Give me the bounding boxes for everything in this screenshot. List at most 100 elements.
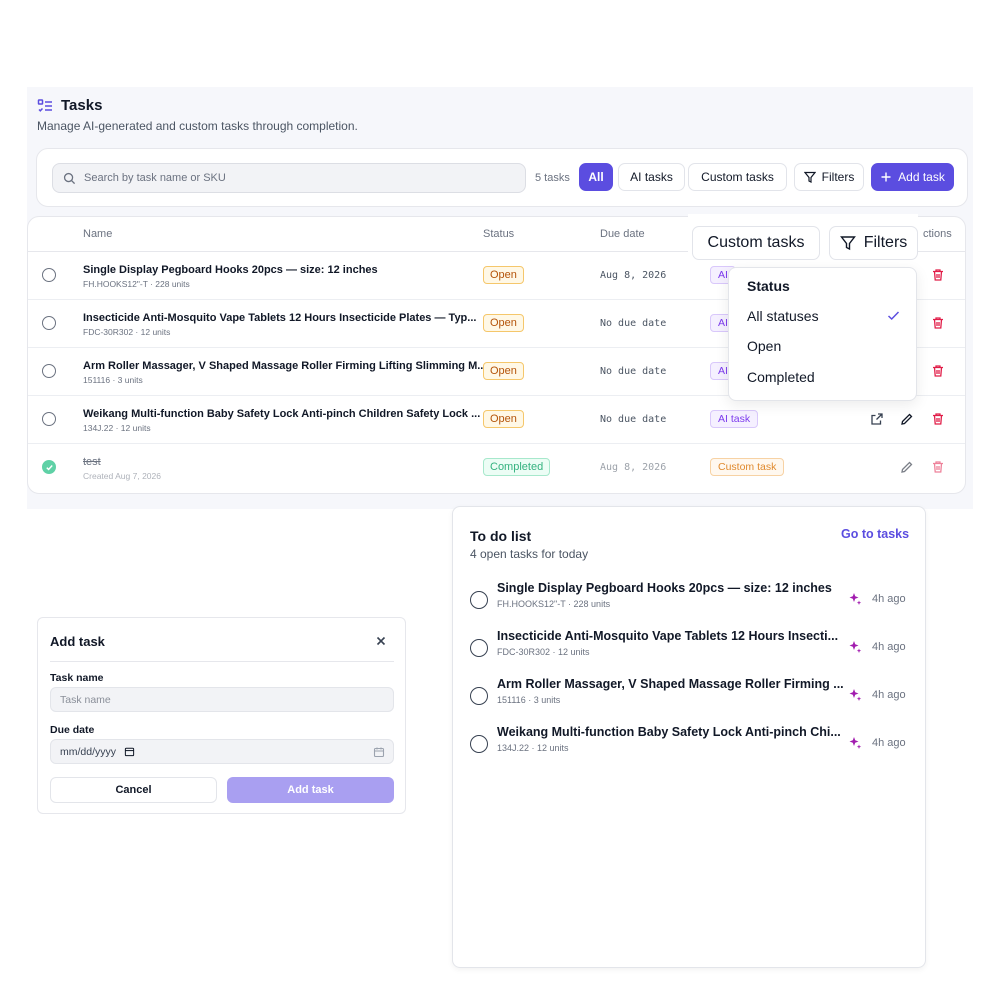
trash-icon[interactable]: [931, 364, 945, 378]
table-row[interactable]: Weikang Multi-function Baby Safety Lock …: [28, 396, 965, 444]
plus-icon: [880, 171, 892, 183]
status-badge: Open: [483, 410, 524, 428]
due-date-label: Due date: [50, 724, 95, 736]
filter-custom-tasks-button[interactable]: Custom tasks: [688, 163, 787, 191]
task-name-placeholder: Task name: [60, 693, 111, 706]
page-subtitle: Manage AI-generated and custom tasks thr…: [37, 119, 358, 133]
column-status: Status: [483, 228, 515, 240]
modal-title: Add task: [50, 634, 105, 649]
filters-label: Filters: [863, 234, 908, 251]
todo-item-name: Single Display Pegboard Hooks 20pcs — si…: [497, 581, 832, 595]
option-all-statuses[interactable]: All statuses: [747, 308, 819, 324]
trash-icon[interactable]: [931, 268, 945, 282]
list-check-icon: [37, 98, 53, 114]
dropdown-header: Status: [747, 278, 790, 294]
add-task-submit-button[interactable]: Add task: [227, 777, 394, 803]
check-icon: [45, 464, 53, 471]
search-icon: [63, 172, 76, 185]
complete-checkbox[interactable]: [470, 687, 488, 705]
task-count: 5 tasks: [535, 172, 570, 184]
column-actions: ctions: [923, 228, 952, 240]
due-date: No due date: [600, 414, 667, 425]
add-task-button[interactable]: Add task: [871, 163, 954, 191]
todo-item-name: Insecticide Anti-Mosquito Vape Tablets 1…: [497, 629, 839, 643]
due-date: Aug 8, 2026: [600, 462, 667, 473]
task-name: test: [83, 456, 101, 468]
list-item[interactable]: Insecticide Anti-Mosquito Vape Tablets 1…: [453, 629, 925, 677]
due-date: No due date: [600, 318, 667, 329]
task-meta: FDC-30R302 · 12 units: [83, 327, 171, 337]
sparkle-icon: [848, 640, 862, 654]
todo-subtitle: 4 open tasks for today: [470, 547, 589, 561]
trash-icon[interactable]: [931, 412, 945, 426]
trash-icon[interactable]: [931, 316, 945, 330]
complete-checkbox[interactable]: [470, 639, 488, 657]
divider: [50, 661, 394, 662]
due-date-input[interactable]: mm/dd/yyyy: [50, 739, 394, 764]
list-item[interactable]: Single Display Pegboard Hooks 20pcs — si…: [453, 581, 925, 629]
list-item[interactable]: Weikang Multi-function Baby Safety Lock …: [453, 725, 925, 773]
trash-icon[interactable]: [931, 460, 945, 474]
todo-list-card: To do list 4 open tasks for today Go to …: [452, 506, 926, 968]
complete-checkbox[interactable]: [42, 364, 56, 378]
search-box[interactable]: [52, 163, 526, 193]
type-badge: Custom task: [710, 458, 785, 476]
todo-item-meta: FH.HOOKS12"-T · 228 units: [497, 599, 611, 609]
complete-checkbox[interactable]: [42, 412, 56, 426]
column-name: Name: [83, 228, 113, 240]
todo-item-time: 4h ago: [872, 689, 906, 701]
todo-item-meta: 134J.22 · 12 units: [497, 743, 569, 753]
filters-label: Filters: [821, 170, 855, 184]
task-meta: Created Aug 7, 2026: [83, 471, 161, 481]
add-task-label: Add task: [898, 170, 945, 184]
complete-checkbox[interactable]: [42, 268, 56, 282]
pencil-icon[interactable]: [900, 460, 914, 474]
table-row[interactable]: test Created Aug 7, 2026 Completed Aug 8…: [28, 444, 965, 492]
calendar-picker-icon[interactable]: [373, 746, 385, 758]
filter-ai-tasks-button[interactable]: AI tasks: [618, 163, 685, 191]
todo-item-time: 4h ago: [872, 593, 906, 605]
filters-button[interactable]: Filters: [794, 163, 864, 191]
column-due-date: Due date: [600, 228, 645, 240]
filter-icon: [803, 171, 816, 183]
complete-checkbox[interactable]: [42, 316, 56, 330]
todo-item-name: Weikang Multi-function Baby Safety Lock …: [497, 725, 841, 739]
status-badge: Open: [483, 266, 524, 284]
status-filter-dropdown: Status All statuses Open Completed: [728, 267, 917, 401]
custom-tasks-button-zoomed[interactable]: Custom tasks: [692, 226, 820, 260]
toolbar: 5 tasks All AI tasks Custom tasks Filter…: [36, 148, 968, 207]
task-name-input[interactable]: Task name: [50, 687, 394, 712]
sparkle-icon: [848, 688, 862, 702]
status-badge: Open: [483, 314, 524, 332]
todo-item-name: Arm Roller Massager, V Shaped Massage Ro…: [497, 677, 844, 691]
due-date-value: mm/dd/yyyy: [60, 745, 117, 758]
type-badge: AI task: [710, 410, 759, 428]
todo-title: To do list: [470, 528, 532, 544]
task-meta: 134J.22 · 12 units: [83, 423, 151, 433]
page-title: Tasks: [61, 97, 103, 114]
todo-item-meta: 151116 · 3 units: [497, 695, 561, 705]
task-name: Single Display Pegboard Hooks 20pcs — si…: [83, 264, 378, 276]
complete-checkbox[interactable]: [470, 735, 488, 753]
filter-icon: [839, 235, 856, 251]
completed-checkbox[interactable]: [42, 460, 56, 474]
status-badge: Completed: [483, 458, 551, 476]
cancel-button[interactable]: Cancel: [50, 777, 217, 803]
complete-checkbox[interactable]: [470, 591, 488, 609]
list-item[interactable]: Arm Roller Massager, V Shaped Massage Ro…: [453, 677, 925, 725]
external-link-icon[interactable]: [870, 412, 884, 426]
todo-item-time: 4h ago: [872, 737, 906, 749]
task-name: Insecticide Anti-Mosquito Vape Tablets 1…: [83, 312, 477, 324]
go-to-tasks-link[interactable]: Go to tasks: [841, 527, 909, 541]
task-name: Arm Roller Massager, V Shaped Massage Ro…: [83, 360, 487, 372]
search-input[interactable]: [84, 172, 504, 184]
option-completed[interactable]: Completed: [747, 369, 815, 385]
tasks-header: Tasks Manage AI-generated and custom tas…: [37, 97, 358, 133]
option-open[interactable]: Open: [747, 338, 781, 354]
close-icon[interactable]: [375, 635, 387, 647]
filter-all-button[interactable]: All: [579, 163, 613, 191]
pencil-icon[interactable]: [900, 412, 914, 426]
todo-item-meta: FDC-30R302 · 12 units: [497, 647, 590, 657]
due-date: Aug 8, 2026: [600, 270, 667, 281]
filters-button-zoomed[interactable]: Filters: [829, 226, 918, 260]
